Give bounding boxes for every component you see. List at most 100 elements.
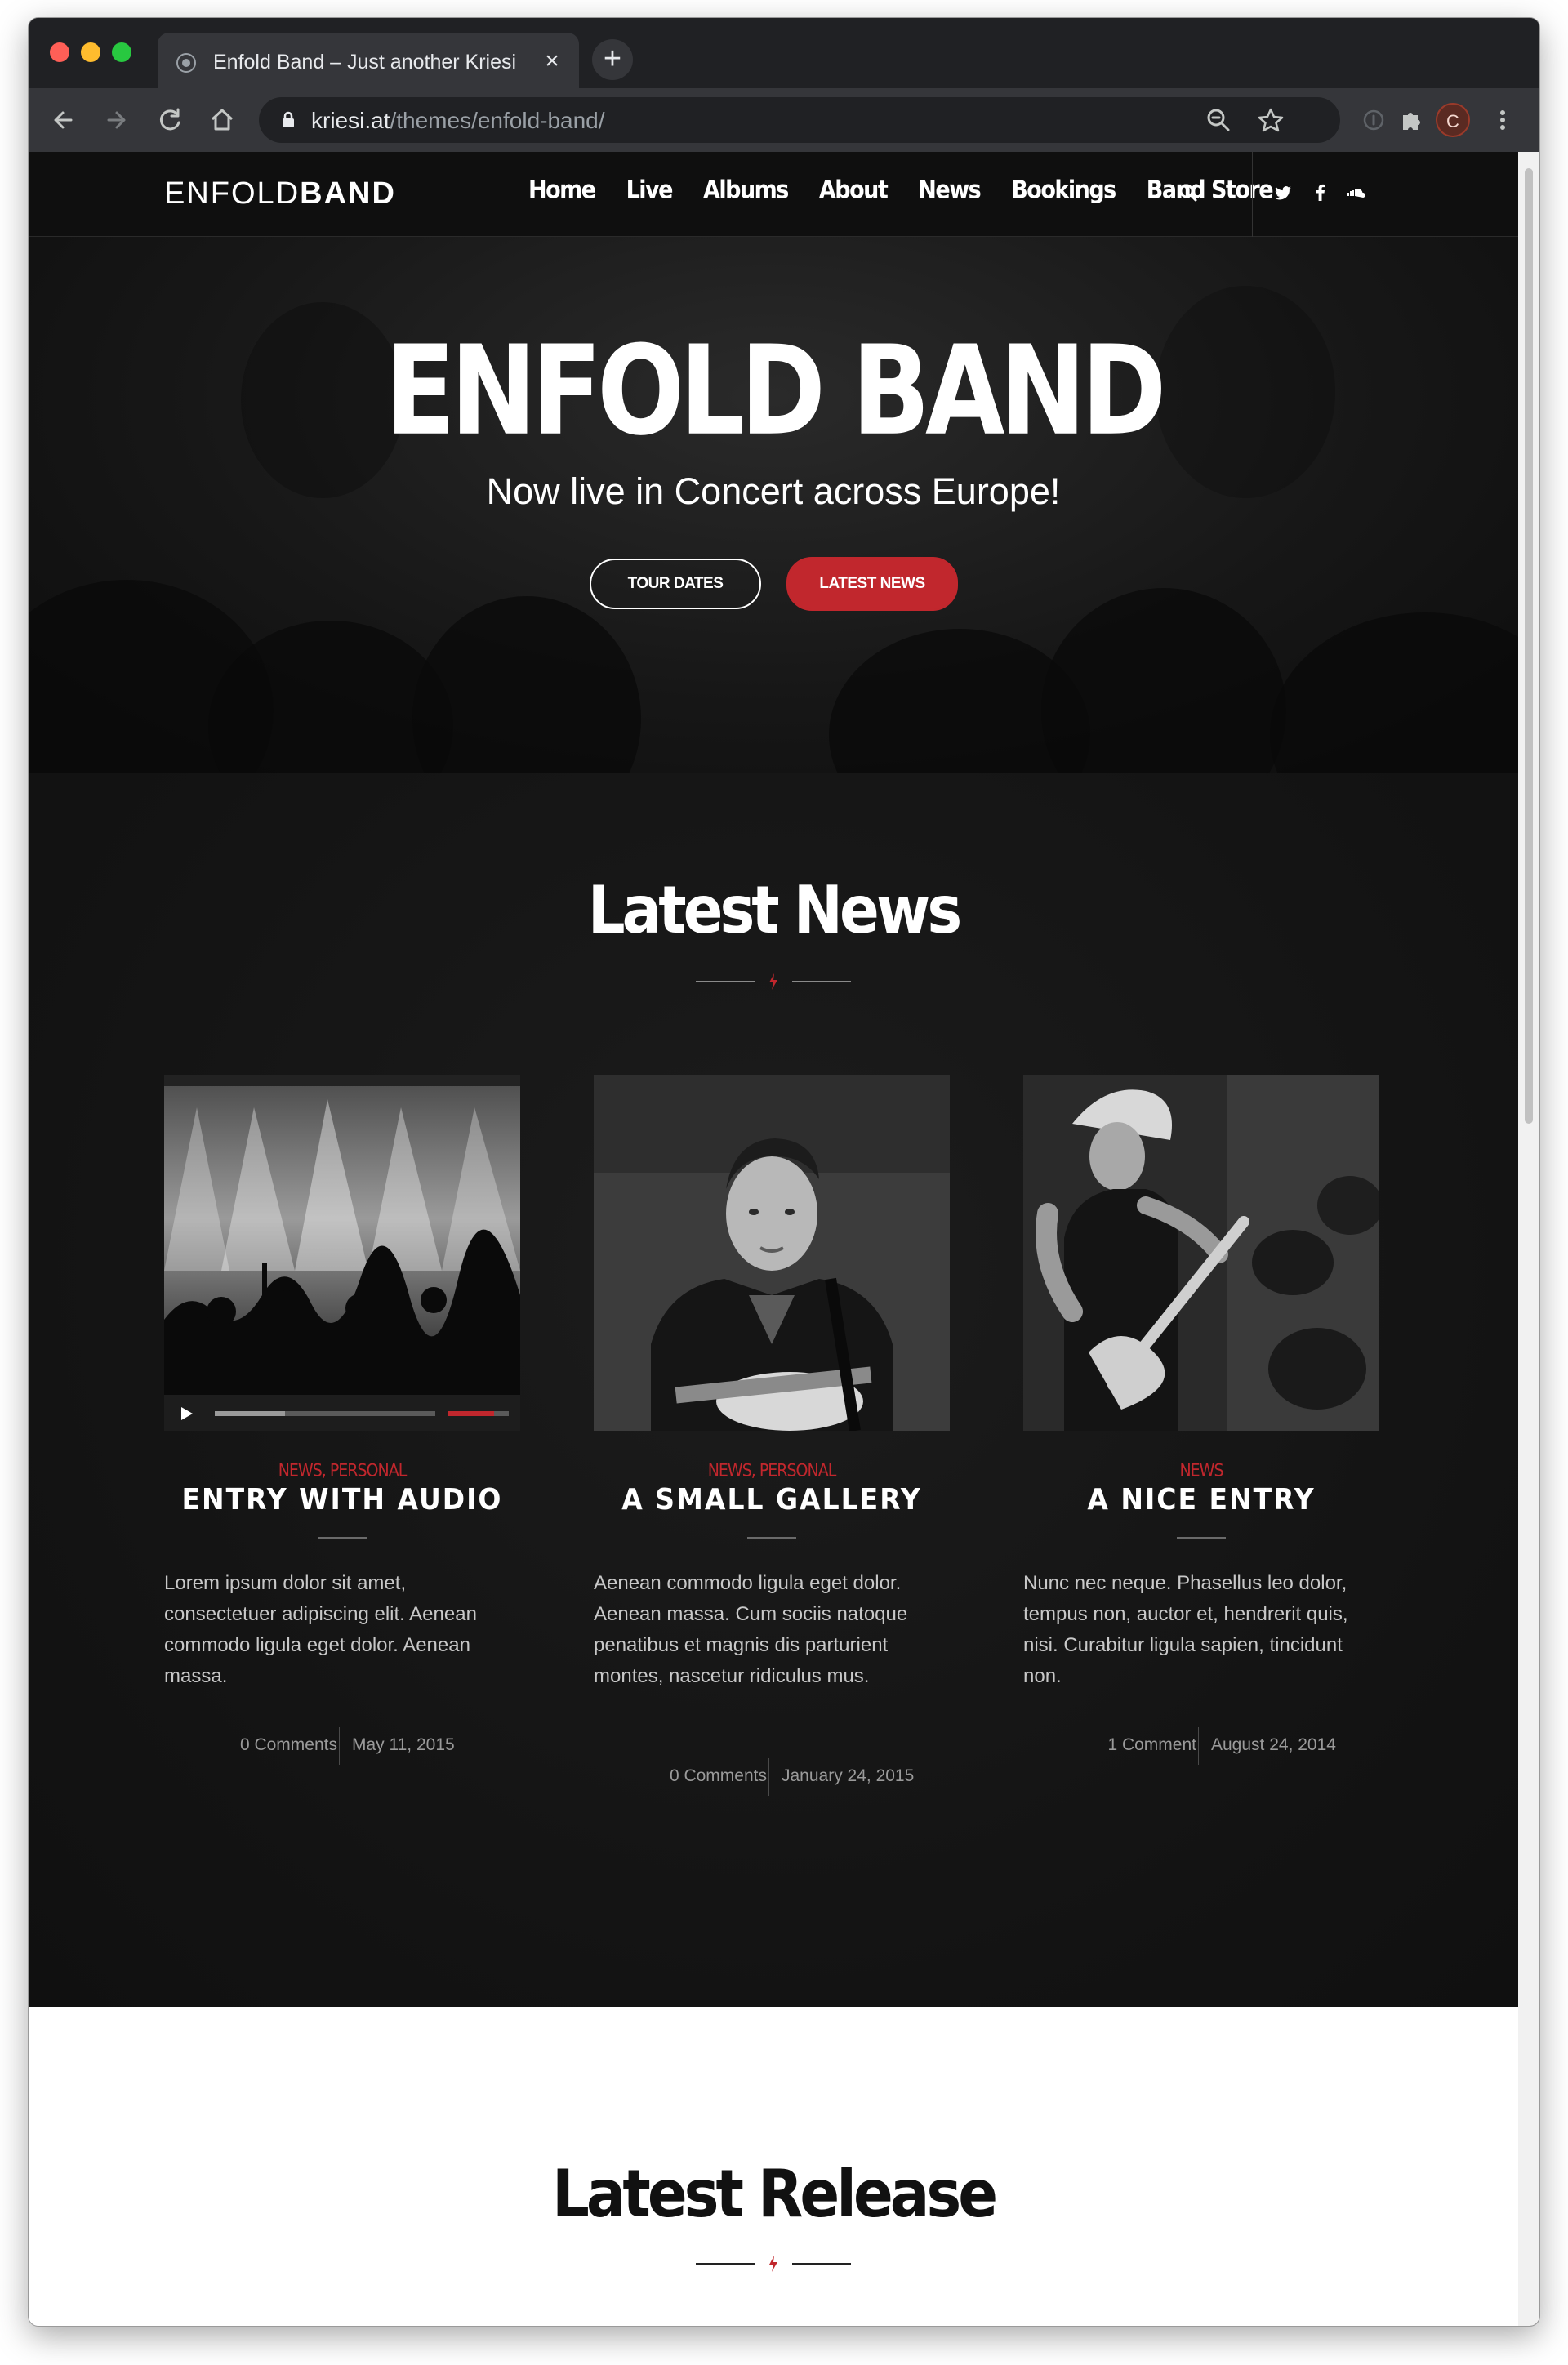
latest-release-section: Latest Release	[29, 2007, 1518, 2326]
post-image-concert[interactable]	[164, 1075, 520, 1431]
post-categories[interactable]: NEWS, PERSONAL	[594, 1461, 950, 1481]
separator-line	[696, 981, 755, 982]
minimize-window-button[interactable]	[81, 42, 100, 62]
tab-strip: Enfold Band – Just another Kriesi × +	[29, 18, 1539, 88]
post-meta: 0 Comments January 24, 2015	[594, 1748, 950, 1806]
heading-separator	[696, 2256, 851, 2272]
nav-about[interactable]: About	[819, 176, 889, 213]
bookmark-star-icon[interactable]	[1254, 103, 1288, 137]
post-title[interactable]: A SMALL GALLERY	[594, 1481, 950, 1516]
hero-subtitle: Now live in Concert across Europe!	[486, 470, 1061, 512]
address-bar[interactable]: kriesi.at/themes/enfold-band/	[259, 97, 1340, 143]
browser-tab[interactable]: Enfold Band – Just another Kriesi ×	[158, 33, 579, 88]
audio-volume-level	[448, 1411, 494, 1416]
post-comments-link[interactable]: 0 Comments	[670, 1766, 767, 1786]
title-separator	[747, 1537, 796, 1539]
post-meta: 0 Comments May 11, 2015	[164, 1717, 520, 1775]
site-header: ENFOLDBAND Home Live Albums About News B…	[29, 152, 1518, 237]
post-date: August 24, 2014	[1211, 1735, 1336, 1754]
post-categories[interactable]: NEWS	[1023, 1461, 1379, 1481]
nav-home[interactable]: Home	[528, 176, 596, 213]
guitarist-photo	[1023, 1075, 1379, 1431]
maximize-window-button[interactable]	[112, 42, 131, 62]
soundcloud-icon[interactable]	[1345, 181, 1368, 204]
tour-dates-button[interactable]: TOUR DATES	[590, 559, 761, 609]
logo-bold-text: BAND	[300, 176, 396, 211]
lock-icon	[283, 111, 294, 127]
title-separator	[1177, 1537, 1226, 1539]
twitter-icon[interactable]	[1272, 181, 1294, 204]
nav-bookings[interactable]: Bookings	[1011, 176, 1116, 213]
separator-line	[696, 2263, 755, 2265]
audio-volume-slider[interactable]	[448, 1411, 509, 1416]
tab-title: Enfold Band – Just another Kriesi	[213, 51, 517, 73]
post-date: May 11, 2015	[352, 1735, 455, 1754]
post-image-portrait[interactable]	[594, 1075, 950, 1431]
header-divider	[1252, 152, 1253, 237]
title-separator	[318, 1537, 367, 1539]
extension-info-icon[interactable]	[1356, 103, 1391, 137]
meta-divider	[339, 1727, 340, 1765]
lightning-icon	[769, 2256, 777, 2272]
more-menu-icon[interactable]	[1486, 103, 1520, 137]
latest-news-button[interactable]: LATEST NEWS	[786, 557, 958, 611]
heading-separator	[696, 973, 851, 990]
post-comments-link[interactable]: 0 Comments	[240, 1735, 337, 1755]
page-viewport: ENFOLDBAND Home Live Albums About News B…	[29, 152, 1518, 2326]
url-host: kriesi.at	[311, 108, 390, 133]
post-meta: 1 Comment August 24, 2014	[1023, 1717, 1379, 1775]
portrait-photo	[594, 1075, 950, 1431]
post-image-guitarist[interactable]	[1023, 1075, 1379, 1431]
nav-albums[interactable]: Albums	[703, 176, 789, 213]
site-logo[interactable]: ENFOLDBAND	[164, 176, 396, 212]
post-excerpt: Aenean commodo ligula eget dolor. Aenean…	[594, 1572, 908, 1687]
crowd-silhouette	[412, 596, 641, 773]
page-scrollbar[interactable]	[1518, 152, 1539, 2326]
search-icon[interactable]	[1177, 181, 1200, 204]
post-comments-link[interactable]: 1 Comment	[1107, 1735, 1196, 1755]
meta-divider	[1198, 1727, 1199, 1765]
lightning-icon	[769, 973, 777, 990]
audio-player	[164, 1395, 520, 1431]
tab-close-icon[interactable]: ×	[538, 47, 566, 75]
latest-news-section: Latest News NEWS, PERSONAL ENTRY WITH AU…	[29, 773, 1518, 2007]
play-icon[interactable]	[177, 1405, 195, 1423]
url-text: kriesi.at/themes/enfold-band/	[311, 108, 605, 134]
site-favicon-icon	[176, 53, 196, 73]
separator-line	[792, 981, 851, 982]
latest-release-heading: Latest Release	[551, 2154, 998, 2233]
post-excerpt: Nunc nec neque. Phasellus leo dolor, tem…	[1023, 1572, 1348, 1687]
nav-news[interactable]: News	[918, 176, 981, 213]
url-path: /themes/enfold-band/	[390, 108, 605, 133]
latest-news-heading: Latest News	[587, 871, 963, 949]
forward-arrow-icon[interactable]	[99, 103, 133, 137]
extensions-puzzle-icon[interactable]	[1394, 103, 1428, 137]
reload-icon[interactable]	[153, 103, 187, 137]
post-title[interactable]: A NICE ENTRY	[1023, 1481, 1379, 1516]
zoom-icon[interactable]	[1201, 103, 1236, 137]
concert-photo	[164, 1075, 520, 1395]
hero-section: ENFOLD BAND Now live in Concert across E…	[29, 237, 1518, 773]
hero-title: ENFOLD BAND	[385, 318, 1166, 463]
logo-light-text: ENFOLD	[164, 176, 301, 211]
audio-timeline-progress	[215, 1411, 286, 1416]
crowd-silhouette	[1041, 588, 1286, 773]
nav-live[interactable]: Live	[626, 176, 674, 213]
profile-avatar[interactable]: C	[1436, 103, 1470, 137]
browser-toolbar: kriesi.at/themes/enfold-band/ C	[29, 88, 1539, 152]
home-icon[interactable]	[205, 103, 239, 137]
meta-divider	[768, 1758, 769, 1796]
audio-timeline[interactable]	[215, 1411, 435, 1416]
scrollbar-thumb[interactable]	[1525, 168, 1533, 1124]
post-title[interactable]: ENTRY WITH AUDIO	[164, 1481, 520, 1516]
post-categories[interactable]: NEWS, PERSONAL	[164, 1461, 520, 1481]
nav-band-store[interactable]: Band Store	[1147, 176, 1274, 213]
crowd-silhouette	[1270, 612, 1518, 773]
new-tab-button[interactable]: +	[592, 39, 633, 80]
facebook-icon[interactable]	[1309, 181, 1332, 204]
back-arrow-icon[interactable]	[47, 103, 81, 137]
browser-window: Enfold Band – Just another Kriesi × + kr…	[29, 18, 1539, 2326]
separator-line	[792, 2263, 851, 2265]
post-date: January 24, 2015	[782, 1766, 915, 1785]
close-window-button[interactable]	[50, 42, 69, 62]
